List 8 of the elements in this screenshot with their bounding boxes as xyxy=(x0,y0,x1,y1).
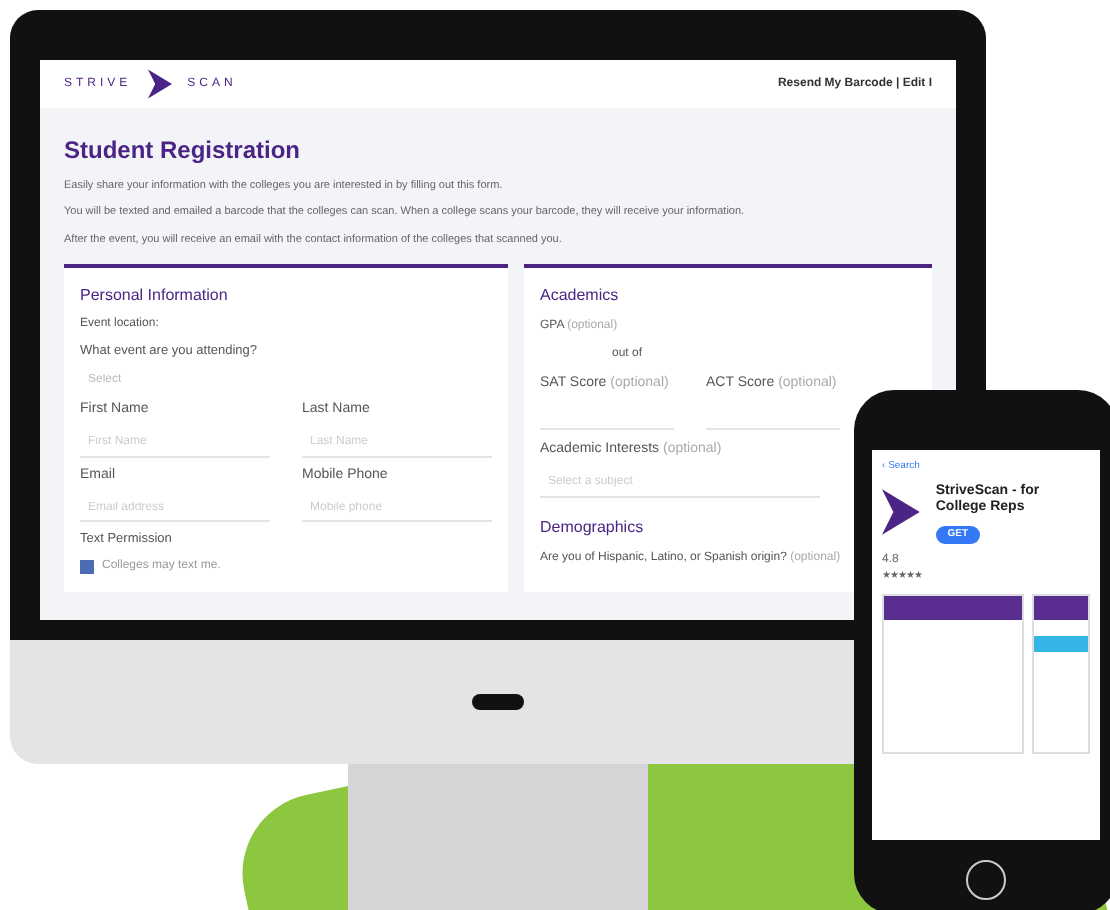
section-title: Academics xyxy=(540,283,621,308)
page-title: Student Registration xyxy=(64,134,303,168)
checkbox[interactable] xyxy=(80,559,94,574)
section-title: Personal Information xyxy=(80,283,230,308)
chevron-logo-icon xyxy=(147,68,172,100)
monitor-logo-icon xyxy=(472,694,524,710)
section-title: Demographics xyxy=(540,515,644,540)
home-button-icon xyxy=(966,860,1006,900)
